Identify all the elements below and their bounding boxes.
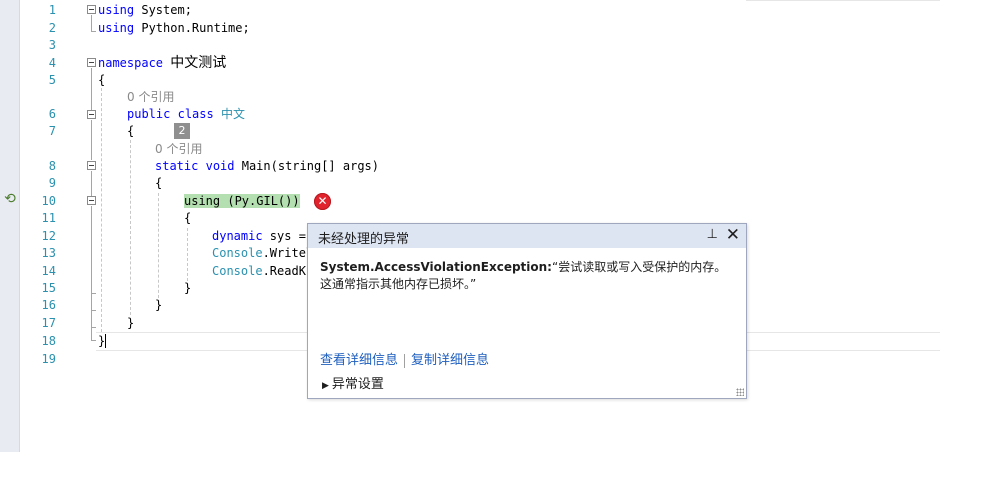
line-number: 12	[41, 229, 56, 243]
codelens-references[interactable]: 0 个引用	[155, 141, 202, 157]
class-name: 中文	[220, 107, 245, 121]
link-separator	[404, 353, 406, 368]
code-line-15[interactable]: }	[184, 280, 191, 296]
fold-toggle-main[interactable]	[87, 161, 96, 170]
indent-guide	[187, 228, 188, 281]
fold-line	[91, 120, 92, 160]
chevron-right-icon: ▶	[322, 381, 329, 391]
fold-tick	[91, 31, 96, 32]
line-number: 11	[41, 211, 56, 225]
code-line-14[interactable]: Console.ReadK(	[212, 263, 313, 279]
indent-guide	[101, 88, 102, 332]
code-line-10[interactable]: using (Py.GIL())	[184, 193, 300, 209]
code-line-11[interactable]: {	[184, 210, 191, 226]
line-number: 10	[41, 194, 56, 208]
code-line-7[interactable]: {	[127, 123, 134, 139]
fold-line	[91, 15, 92, 31]
line-number: 18	[41, 334, 56, 348]
fold-tick	[91, 293, 96, 294]
text-caret	[105, 334, 106, 348]
line-number: 3	[48, 38, 56, 52]
code-text: sys =	[262, 229, 306, 243]
fold-line	[91, 171, 92, 196]
fold-toggle-usings[interactable]	[87, 5, 96, 14]
line-number: 4	[48, 56, 56, 70]
current-statement-highlight: using (Py.GIL())	[184, 194, 300, 208]
close-icon[interactable]: ✕	[726, 225, 740, 245]
code-line-9[interactable]: {	[155, 175, 162, 191]
keyword: public	[127, 107, 171, 121]
thread-badge[interactable]: 2	[174, 123, 190, 139]
view-details-link[interactable]: 查看详细信息	[320, 353, 398, 368]
namespace-name: 中文测试	[170, 55, 227, 71]
code-line-8[interactable]: static void Main(string[] args)	[155, 158, 379, 174]
pin-icon[interactable]: ⊥	[707, 227, 718, 242]
line-number: 6	[48, 107, 56, 121]
code-text: .Writel	[262, 246, 314, 260]
keyword: namespace	[98, 56, 164, 70]
exception-settings-toggle[interactable]: ▶ 异常设置	[322, 373, 384, 392]
resize-grip-icon[interactable]	[736, 388, 744, 396]
code-text: Main(string[] args)	[234, 159, 379, 173]
code-line-13[interactable]: Console.Writel	[212, 245, 313, 261]
keyword: using	[98, 3, 135, 17]
indicator-margin	[0, 0, 20, 452]
popup-title: 未经处理的异常	[318, 232, 410, 247]
code-text: Python.Runtime;	[134, 21, 250, 35]
fold-toggle-class[interactable]	[87, 110, 96, 119]
fold-toggle-using-block[interactable]	[87, 196, 96, 205]
codelens-references[interactable]: 0 个引用	[127, 89, 174, 105]
line-number: 2	[48, 21, 56, 35]
execution-pointer-icon[interactable]: ⟲	[2, 191, 18, 207]
line-number: 14	[41, 264, 56, 278]
keyword: dynamic	[212, 229, 263, 243]
code-line-4[interactable]: namespace 中文测试	[98, 55, 226, 71]
keyword: using	[98, 21, 135, 35]
fold-line	[91, 206, 92, 340]
indent-guide	[130, 140, 131, 315]
exception-settings-label: 异常设置	[331, 377, 384, 392]
exception-type: System.AccessViolationException:	[320, 260, 552, 274]
error-icon[interactable]: ✕	[314, 193, 331, 210]
line-number: 16	[41, 298, 56, 312]
line-number: 7	[48, 124, 56, 138]
exception-text-line1: “尝试读取或写入受保护的内存。	[551, 260, 727, 274]
code-line-1[interactable]: using System;	[98, 2, 192, 18]
line-number: 19	[41, 352, 56, 366]
keyword: class	[177, 107, 214, 121]
exception-text-line2: 这通常指示其他内存已损坏。”	[320, 277, 477, 291]
keyword: void	[205, 159, 235, 173]
line-number: 13	[41, 246, 56, 260]
line-number: 8	[48, 159, 56, 173]
code-text: System;	[134, 3, 192, 17]
line-number: 1	[48, 3, 56, 17]
fold-line	[91, 68, 92, 111]
editor-top-border	[746, 0, 940, 1]
type-name: Console	[212, 264, 263, 278]
fold-tick	[91, 327, 96, 328]
copy-details-link[interactable]: 复制详细信息	[411, 353, 489, 368]
keyword: static	[155, 159, 199, 173]
popup-header: 未经处理的异常 ⊥ ✕	[308, 224, 746, 248]
code-line-12[interactable]: dynamic sys =	[212, 228, 306, 244]
code-line-17[interactable]: }	[127, 315, 134, 331]
code-line-6[interactable]: public class 中文	[127, 106, 245, 122]
line-number: 15	[41, 281, 56, 295]
code-text: .ReadK(	[262, 264, 314, 278]
fold-toggle-namespace[interactable]	[87, 58, 96, 67]
popup-links: 查看详细信息 复制详细信息	[320, 349, 489, 368]
type-name: Console	[212, 246, 263, 260]
line-number: 5	[48, 73, 56, 87]
line-number: 17	[41, 316, 56, 330]
fold-tick	[91, 340, 96, 341]
line-number: 9	[48, 176, 56, 190]
exception-message: System.AccessViolationException:“尝试读取或写入…	[320, 259, 740, 293]
exception-helper-popup: 未经处理的异常 ⊥ ✕ System.AccessViolationExcept…	[307, 223, 747, 399]
code-line-16[interactable]: }	[155, 297, 162, 313]
code-line-2[interactable]: using Python.Runtime;	[98, 20, 250, 36]
code-line-5[interactable]: {	[98, 72, 105, 88]
indent-guide	[158, 193, 159, 298]
fold-tick	[91, 310, 96, 311]
